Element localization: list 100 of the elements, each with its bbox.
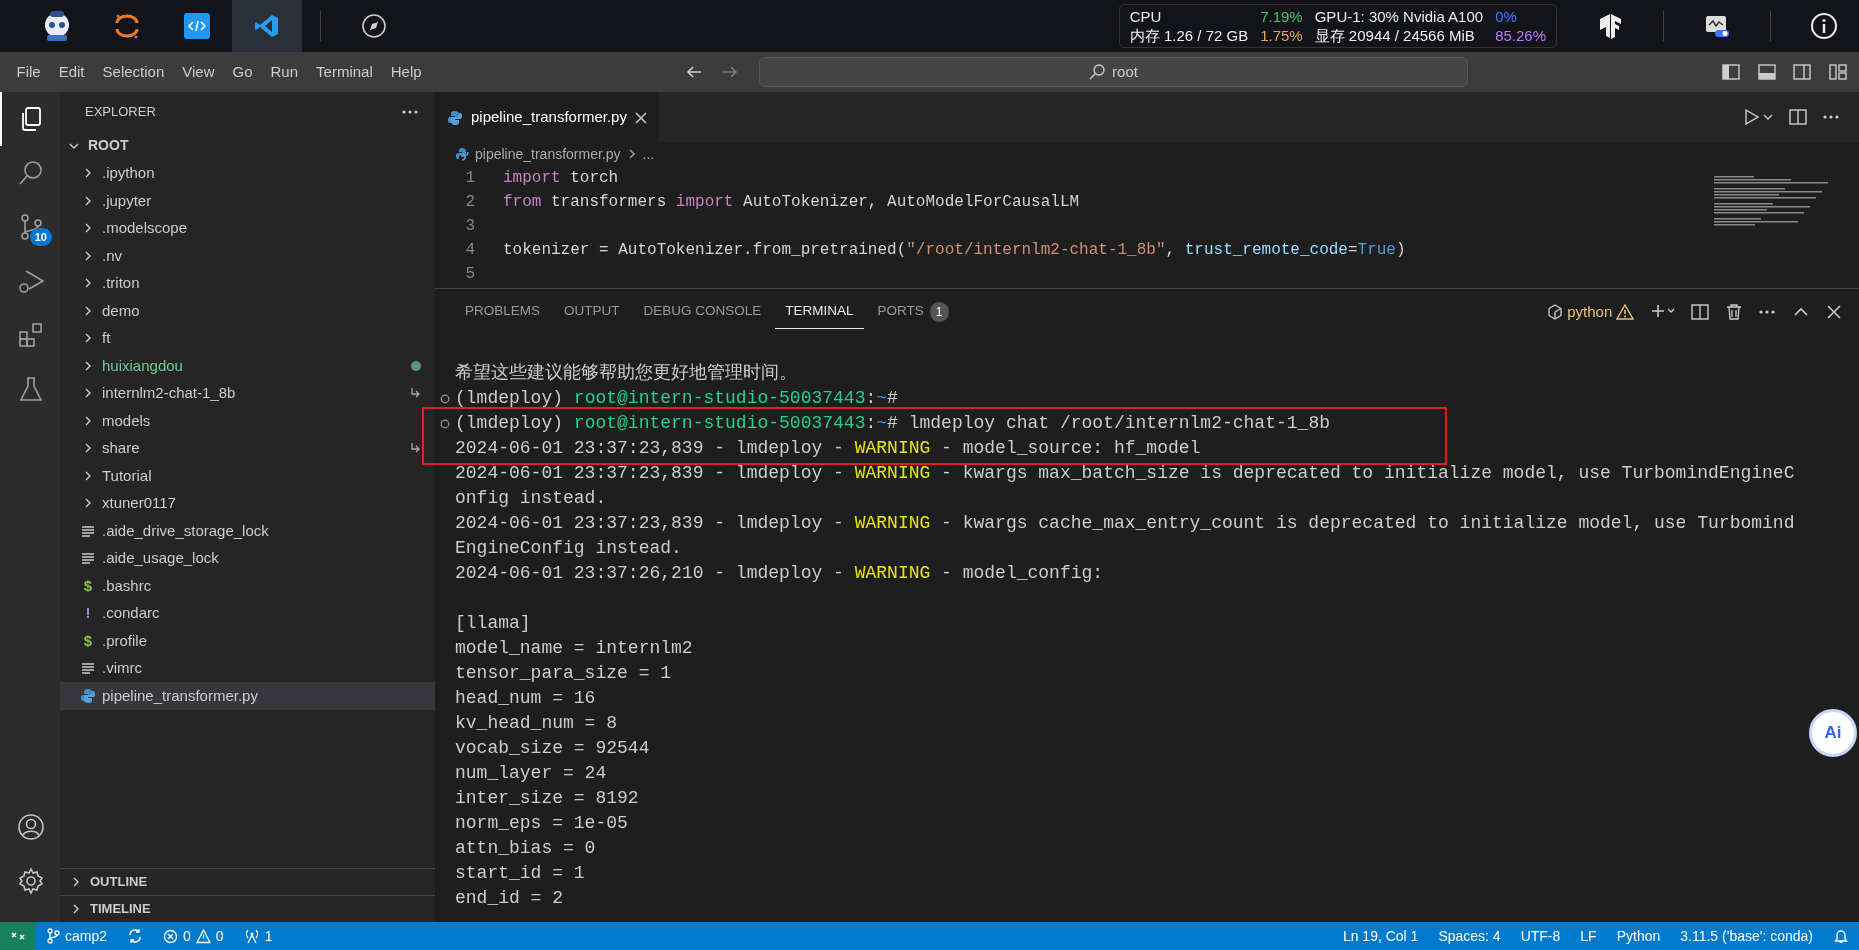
code-tag-icon bbox=[184, 13, 210, 39]
file-tree-item[interactable]: $ .bashrc bbox=[60, 572, 435, 600]
panel-layout-icon bbox=[1756, 62, 1777, 82]
more-icon bbox=[1758, 309, 1776, 315]
cpu-label: CPU bbox=[1129, 7, 1163, 26]
status-item[interactable]: UTF-8 bbox=[1510, 922, 1571, 950]
branch-status[interactable]: camp2 bbox=[36, 922, 118, 950]
file-tree-item[interactable]: ! .condarc bbox=[60, 599, 435, 627]
file-tree-item[interactable]: xtuner0117 bbox=[60, 489, 435, 517]
branch-icon bbox=[46, 928, 60, 944]
bell-icon bbox=[1833, 928, 1849, 944]
menu-item[interactable]: Go bbox=[223, 56, 262, 88]
memory-label: 内存 1.26 / 72 GB bbox=[1129, 26, 1249, 45]
file-tree-item[interactable]: pipeline_transformer.py bbox=[60, 682, 435, 710]
code-line: tokenizer = AutoTokenizer.from_pretrained("/root/internlm2-chat-1_8b", trust_remote_code=True) bbox=[503, 240, 1406, 261]
sync-icon bbox=[127, 928, 144, 944]
file-tree-item[interactable]: .jupyter bbox=[60, 187, 435, 215]
terminal-line: kv_head_num = 8 bbox=[455, 712, 618, 735]
file-tree-item[interactable]: internlm2-chat-1_8b bbox=[60, 379, 435, 407]
terminal-line: [llama] bbox=[455, 612, 531, 635]
status-item[interactable]: Ln 19, Col 1 bbox=[1332, 922, 1429, 950]
compass-icon bbox=[361, 13, 387, 39]
file-name: .triton bbox=[102, 273, 141, 293]
file-tree-item[interactable]: demo bbox=[60, 297, 435, 325]
warning-icon bbox=[1616, 304, 1634, 320]
play-bug-icon bbox=[17, 267, 45, 295]
terminal-line: inter_size = 8192 bbox=[455, 787, 639, 810]
file-tree-item[interactable]: .nv bbox=[60, 242, 435, 270]
file-name: .nv bbox=[102, 245, 123, 266]
file-tree-item[interactable]: .modelscope bbox=[60, 214, 435, 242]
file-tree-item[interactable]: .aide_usage_lock bbox=[60, 544, 435, 572]
activity-button[interactable]: 10 bbox=[0, 200, 60, 254]
file-tree-item[interactable]: .ipython bbox=[60, 159, 435, 187]
command-marker-icon bbox=[440, 393, 450, 404]
file-tree-item[interactable]: Tutorial bbox=[60, 462, 435, 490]
assistant-button[interactable]: Ai bbox=[1809, 709, 1857, 757]
terminal-line: 希望这些建议能够帮助您更好地管理时间。 bbox=[455, 362, 797, 385]
menu-item[interactable]: Edit bbox=[49, 56, 94, 88]
menu-item[interactable]: Selection bbox=[93, 56, 174, 88]
text-file-icon bbox=[81, 551, 95, 566]
line-number: 5 bbox=[464, 264, 476, 285]
play-icon bbox=[1743, 108, 1773, 126]
menu-item[interactable]: Terminal bbox=[307, 56, 382, 88]
file-name: ft bbox=[102, 328, 112, 348]
panel-tab[interactable]: TERMINAL bbox=[775, 295, 864, 329]
file-tree-item[interactable]: .vimrc bbox=[60, 654, 435, 682]
file-tree-item[interactable]: .triton bbox=[60, 269, 435, 297]
menu-item[interactable]: Help bbox=[381, 56, 431, 88]
file-name: .ipython bbox=[102, 163, 156, 183]
ports-status[interactable]: 1 bbox=[233, 922, 283, 950]
status-item[interactable]: LF bbox=[1570, 922, 1607, 950]
file-name: demo bbox=[102, 300, 141, 321]
file-name: xtuner0117 bbox=[102, 493, 177, 513]
file-name: .modelscope bbox=[102, 218, 189, 238]
menu-item[interactable]: View bbox=[173, 56, 224, 88]
search-text: root bbox=[1112, 61, 1138, 82]
file-tree-item[interactable]: $ .profile bbox=[60, 627, 435, 655]
text-file-icon bbox=[81, 523, 95, 538]
error-count: 0 bbox=[183, 926, 191, 946]
panel-tab[interactable]: DEBUG CONSOLE bbox=[633, 295, 772, 329]
vram-label: 显存 20944 / 24566 MiB bbox=[1314, 26, 1476, 45]
menu-item[interactable]: File bbox=[7, 56, 50, 88]
panel-tab[interactable]: PROBLEMS bbox=[455, 295, 551, 329]
file-name: .aide_drive_storage_lock bbox=[102, 520, 270, 541]
file-name: Tutorial bbox=[102, 465, 153, 486]
file-tree-item[interactable]: ft bbox=[60, 324, 435, 352]
problems-status[interactable]: 0 0 bbox=[153, 922, 234, 950]
trash-icon bbox=[1724, 303, 1743, 321]
line-number: 1 bbox=[464, 168, 476, 189]
panel-tab[interactable]: PORTS 1 bbox=[867, 295, 959, 329]
file-tree-item[interactable]: models bbox=[60, 407, 435, 435]
count-badge: 10 bbox=[29, 227, 52, 246]
file-tree-item[interactable]: huixiangdou bbox=[60, 352, 435, 380]
warning-count: 0 bbox=[215, 926, 224, 946]
terminal-line: head_num = 16 bbox=[455, 687, 596, 710]
python-icon bbox=[455, 147, 469, 161]
editor-tab[interactable]: pipeline_transformer.py bbox=[435, 92, 659, 142]
terminal-line: tensor_para_size = 1 bbox=[455, 662, 672, 685]
command-center[interactable]: root bbox=[758, 57, 1468, 87]
terminal-line: 2024-06-01 23:37:23,839 - lmdeploy - WARNING - model_source: hf_model bbox=[455, 437, 1201, 460]
status-item[interactable]: 3.11.5 ('base': conda) bbox=[1670, 922, 1823, 950]
terminal-instance-button[interactable]: python bbox=[1543, 296, 1638, 328]
section-header[interactable]: OUTLINE bbox=[60, 868, 435, 895]
status-item[interactable]: Python bbox=[1606, 922, 1671, 950]
tree-root[interactable]: ROOT bbox=[60, 132, 435, 160]
file-tree-item[interactable]: share bbox=[60, 434, 435, 462]
file-name: .jupyter bbox=[102, 190, 153, 211]
breadcrumb-item[interactable]: ... bbox=[642, 143, 655, 165]
menu-item[interactable]: Run bbox=[261, 56, 308, 88]
more-icon bbox=[1822, 114, 1840, 120]
search-icon bbox=[17, 159, 45, 187]
gpu-label: GPU-1: 30% Nvidia A100 bbox=[1314, 7, 1484, 26]
status-item[interactable]: Spaces: 4 bbox=[1428, 922, 1511, 950]
panel-tab[interactable]: OUTPUT bbox=[554, 295, 630, 329]
line-number: 3 bbox=[464, 216, 476, 237]
breadcrumb-item[interactable]: pipeline_transformer.py bbox=[475, 143, 621, 165]
line-number: 4 bbox=[464, 240, 476, 261]
file-tree-item[interactable]: .aide_drive_storage_lock bbox=[60, 517, 435, 545]
search-icon bbox=[1088, 63, 1107, 81]
terminal-line: start_id = 1 bbox=[455, 862, 585, 885]
